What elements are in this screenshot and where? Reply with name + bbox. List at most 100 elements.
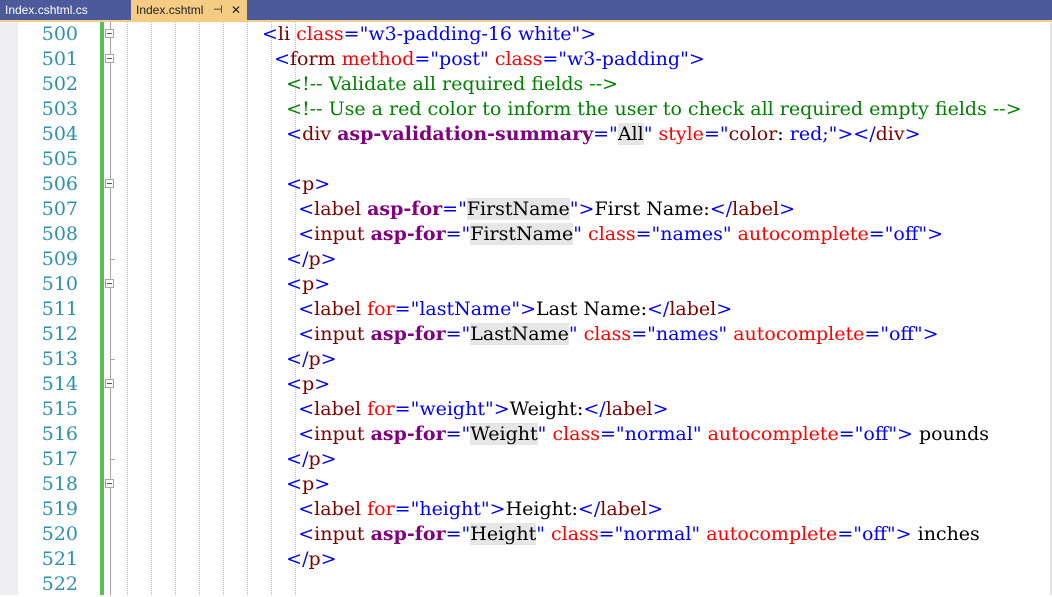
code-line[interactable]: 503 <!-- Use a red color to inform the u… <box>0 97 1052 122</box>
code-token: </ <box>286 548 309 570</box>
code-text[interactable]: <p> <box>262 172 330 197</box>
collapse-icon[interactable] <box>105 279 114 288</box>
code-token: li <box>277 23 291 45</box>
code-token: ="names" <box>635 223 732 245</box>
line-number: 507 <box>41 198 78 220</box>
code-token: <!-- Use a red color to inform the user … <box>286 98 1022 120</box>
code-token: </ <box>647 298 670 320</box>
collapse-icon[interactable] <box>105 179 114 188</box>
line-number: 508 <box>41 223 78 245</box>
code-token: < <box>298 423 315 445</box>
code-editor[interactable]: 500 <li class="w3-padding-16 white"> 501 <… <box>0 22 1052 597</box>
code-token: < <box>298 323 315 345</box>
tab-index-cshtml[interactable]: Index.cshtml ⊣ ✕ <box>131 0 247 20</box>
code-line[interactable]: 520 <input asp-for="Height" class="norma… <box>0 522 1052 547</box>
code-line[interactable]: 514 <p> <box>0 372 1052 397</box>
code-token: class <box>588 223 636 245</box>
collapse-icon[interactable] <box>105 54 114 63</box>
code-text[interactable]: </p> <box>262 447 337 472</box>
code-line[interactable]: 522 <box>0 572 1052 597</box>
code-line[interactable]: 518 <p> <box>0 472 1052 497</box>
code-token: Weight <box>470 423 538 445</box>
code-token: label <box>314 198 362 220</box>
code-token: color <box>728 123 778 145</box>
code-text[interactable]: </p> <box>262 247 336 272</box>
code-line[interactable]: 519 <label for="height">Height:</label> <box>0 497 1052 522</box>
code-line[interactable]: 511 <label for="lastName">Last Name:</la… <box>0 297 1052 322</box>
code-text[interactable]: </p> <box>262 547 336 572</box>
code-text[interactable]: <li class="w3-padding-16 white"> <box>262 22 596 47</box>
code-text[interactable]: <!-- Validate all required fields --> <box>262 72 618 97</box>
code-line[interactable]: 501 <form method="post" class="w3-paddin… <box>0 47 1052 72</box>
code-text[interactable]: <label for="height">Height:</label> <box>262 497 663 522</box>
code-line[interactable]: 512 <input asp-for="LastName" class="nam… <box>0 322 1052 347</box>
code-text[interactable]: <!-- Use a red color to inform the user … <box>262 97 1022 122</box>
line-number: 513 <box>41 348 78 370</box>
code-text[interactable]: <input asp-for="LastName" class="names" … <box>262 322 939 347</box>
code-text[interactable]: <input asp-for="Height" class="normal" a… <box>262 522 980 547</box>
code-text[interactable]: <p> <box>262 272 330 297</box>
code-token: < <box>274 48 291 70</box>
code-token: red;"></ <box>789 123 876 145</box>
code-line[interactable]: 510 <p> <box>0 272 1052 297</box>
collapse-icon[interactable] <box>105 379 114 388</box>
code-token: Height: <box>505 498 578 520</box>
pin-icon[interactable]: ⊣ <box>213 0 223 20</box>
code-text[interactable]: <form method="post" class="w3-padding"> <box>262 47 705 72</box>
code-text[interactable]: <p> <box>262 372 330 397</box>
line-number: 506 <box>41 173 78 195</box>
tab-index-cshtml-cs[interactable]: Index.cshtml.cs <box>0 0 128 20</box>
collapse-icon[interactable] <box>105 29 114 38</box>
code-text[interactable]: <div asp-validation-summary="All" style=… <box>262 122 921 147</box>
line-number: 521 <box>41 548 78 570</box>
line-number: 518 <box>41 473 78 495</box>
code-token: > <box>320 448 337 470</box>
code-line[interactable]: 515 <label for="weight">Weight:</label> <box>0 397 1052 422</box>
line-number: 501 <box>41 48 78 70</box>
code-text[interactable]: </p> <box>262 347 337 372</box>
code-token: > <box>320 348 337 370</box>
code-line[interactable]: 500 <li class="w3-padding-16 white"> <box>0 22 1052 47</box>
code-token: All <box>617 123 644 145</box>
line-number: 505 <box>41 148 78 170</box>
code-token: autocomplete <box>706 523 838 545</box>
code-token: < <box>286 123 303 145</box>
code-token: class <box>552 423 600 445</box>
line-number: 515 <box>41 398 78 420</box>
code-line[interactable]: 506 <p> <box>0 172 1052 197</box>
code-text[interactable]: <label for="weight">Weight:</label> <box>262 397 668 422</box>
line-number: 522 <box>41 573 78 595</box>
code-token: pounds <box>912 423 990 445</box>
code-line[interactable]: 509 </p> <box>0 247 1052 272</box>
line-number: 517 <box>41 448 78 470</box>
code-token: > <box>314 273 331 295</box>
code-text[interactable]: <input asp-for="Weight" class="normal" a… <box>262 422 989 447</box>
code-token: > <box>314 473 331 495</box>
code-line[interactable]: 504 <div asp-validation-summary="All" st… <box>0 122 1052 147</box>
code-text[interactable]: <p> <box>262 472 330 497</box>
code-line[interactable]: 521 </p> <box>0 547 1052 572</box>
code-line[interactable]: 517 </p> <box>0 447 1052 472</box>
code-line[interactable]: 516 <input asp-for="Weight" class="norma… <box>0 422 1052 447</box>
code-token: p <box>302 473 315 495</box>
code-line[interactable]: 502 <!-- Validate all required fields --… <box>0 72 1052 97</box>
code-line[interactable]: 507 <label asp-for="FirstName">First Nam… <box>0 197 1052 222</box>
code-token: class <box>551 523 599 545</box>
code-text[interactable]: <input asp-for="FirstName" class="names"… <box>262 222 943 247</box>
code-line[interactable]: 513 </p> <box>0 347 1052 372</box>
code-line[interactable]: 508 <input asp-for="FirstName" class="na… <box>0 222 1052 247</box>
code-line[interactable]: 505 <box>0 147 1052 172</box>
code-token: style <box>658 123 704 145</box>
collapse-icon[interactable] <box>105 479 114 488</box>
code-token: =" <box>593 123 618 145</box>
code-token: ="normal" <box>599 423 702 445</box>
code-text[interactable]: <label for="lastName">Last Name:</label> <box>262 297 732 322</box>
code-token: ="w3-padding-16 white"> <box>343 23 597 45</box>
close-icon[interactable]: ✕ <box>231 0 241 20</box>
code-text[interactable]: <label asp-for="FirstName">First Name:</… <box>262 197 795 222</box>
